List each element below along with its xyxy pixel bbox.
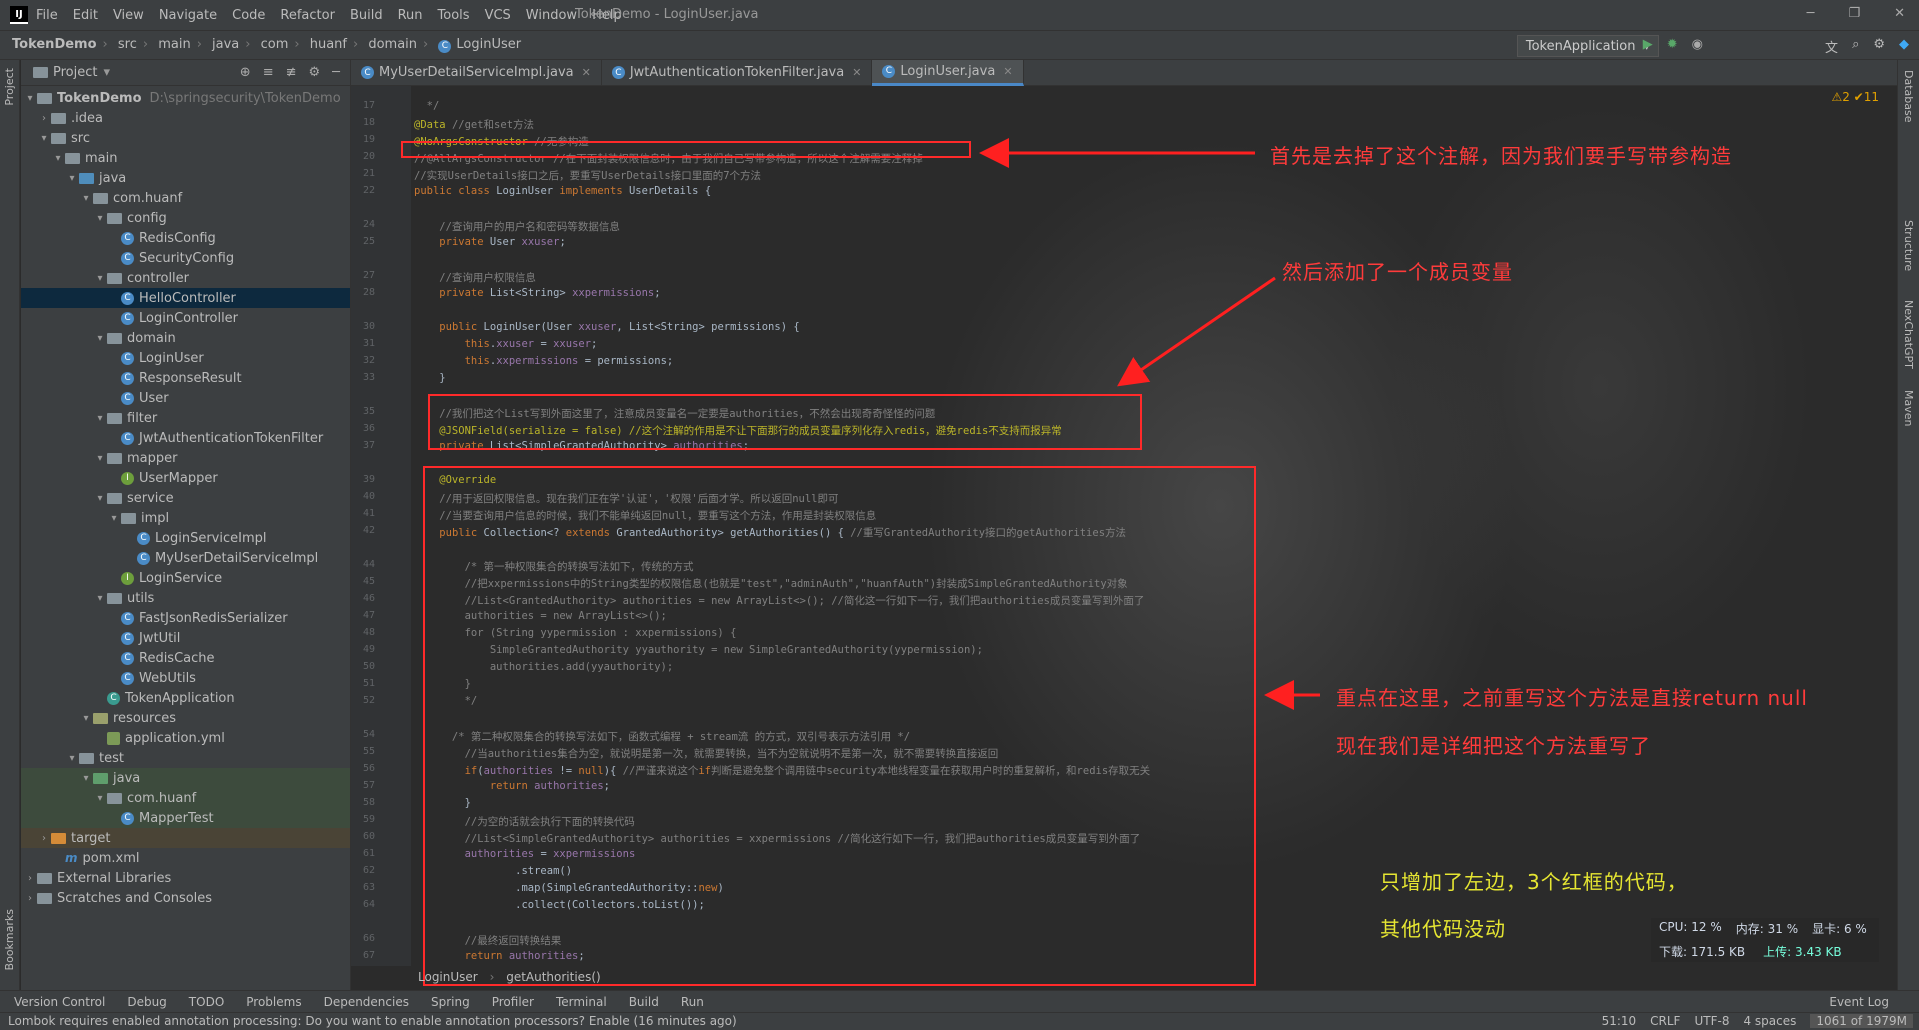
annotation-only-added: 只增加了左边，3个红框的代码， — [1380, 870, 1688, 894]
nexchatgpt-tool-tab[interactable]: NexChatGPT — [1902, 300, 1915, 369]
problems-tab[interactable]: Problems — [246, 995, 301, 1009]
annotation-remove-constructor: 首先是去掉了这个注解，因为我们要手写带参构造 — [1270, 144, 1732, 168]
annotation-unchanged: 其他代码没动 — [1380, 917, 1506, 941]
file-encoding[interactable]: UTF-8 — [1694, 1014, 1729, 1028]
editor-breadcrumb-class[interactable]: LoginUser — [418, 970, 478, 984]
indent-setting[interactable]: 4 spaces — [1743, 1014, 1796, 1028]
run-tab[interactable]: Run — [681, 995, 704, 1009]
editor-breadcrumb-method[interactable]: getAuthorities() — [506, 970, 600, 984]
download-speed: 下载: 171.5 KB — [1659, 945, 1746, 959]
debug-tab[interactable]: Debug — [127, 995, 166, 1009]
version-control-tab[interactable]: Version Control — [14, 995, 105, 1009]
maven-tool-tab[interactable]: Maven — [1902, 390, 1915, 426]
memory-indicator[interactable]: 1061 of 1979M — [1810, 1014, 1913, 1028]
cursor-position[interactable]: 51:10 — [1602, 1014, 1637, 1028]
dependencies-tab[interactable]: Dependencies — [324, 995, 409, 1009]
status-message[interactable]: Lombok requires enabled annotation proce… — [8, 1014, 737, 1028]
todo-tab[interactable]: TODO — [189, 995, 224, 1009]
upload-speed: 上传: 3.43 KB — [1763, 945, 1842, 959]
terminal-tab[interactable]: Terminal — [556, 995, 607, 1009]
spring-tab[interactable]: Spring — [431, 995, 470, 1009]
line-separator[interactable]: CRLF — [1650, 1014, 1680, 1028]
structure-tool-tab[interactable]: Structure — [1902, 220, 1915, 271]
cpu-usage: CPU: 12 % — [1659, 920, 1722, 934]
annotation-method-rewritten: 现在我们是详细把这个方法重写了 — [1336, 734, 1651, 758]
right-tool-strip: Database Structure NexChatGPT Maven — [1897, 60, 1919, 990]
memory-usage: 内存: 31 % — [1735, 922, 1799, 936]
build-tab[interactable]: Build — [629, 995, 659, 1009]
system-monitor-widget: CPU: 12 % 内存: 31 % 显卡: 6 % 下载: 171.5 KB … — [1651, 918, 1879, 962]
profiler-tab[interactable]: Profiler — [492, 995, 534, 1009]
status-bar: Lombok requires enabled annotation proce… — [0, 1012, 1919, 1030]
event-log-tab[interactable]: Event Log — [1829, 995, 1889, 1009]
gpu-usage: 显卡: 6 % — [1812, 922, 1867, 936]
database-tool-tab[interactable]: Database — [1902, 70, 1915, 123]
annotation-method-key: 重点在这里，之前重写这个方法是直接return null — [1336, 686, 1808, 710]
bottom-tool-bar: Version Control Debug TODO Problems Depe… — [0, 990, 1919, 1012]
editor-breadcrumb: LoginUser › getAuthorities() — [418, 970, 601, 984]
annotation-add-field: 然后添加了一个成员变量 — [1282, 260, 1513, 284]
